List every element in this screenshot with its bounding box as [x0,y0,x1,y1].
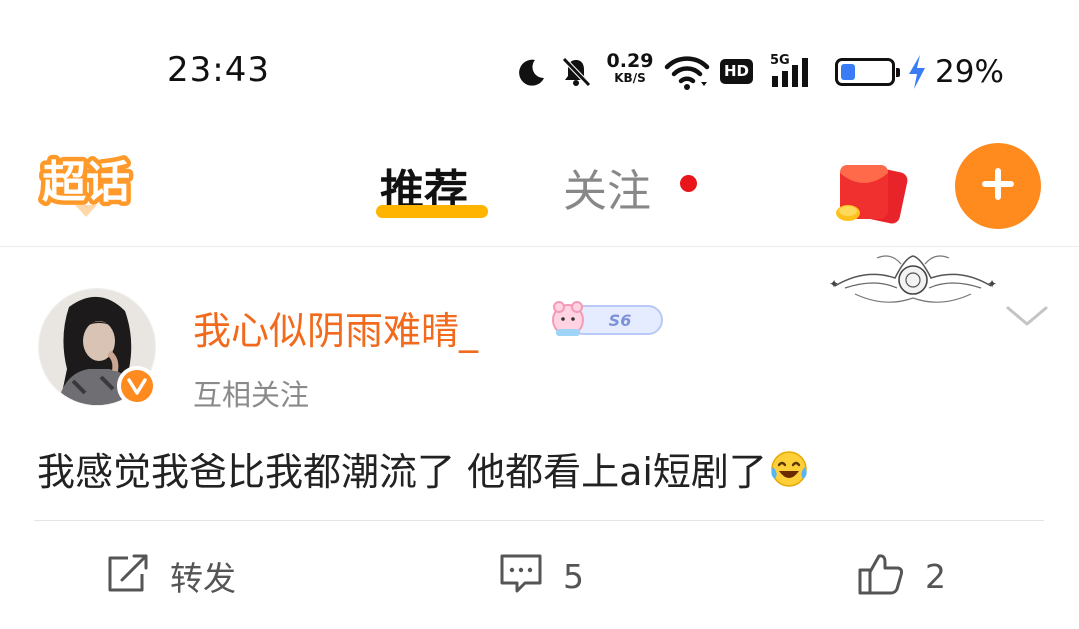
thumbs-up-icon [857,552,905,600]
unread-dot [680,175,697,192]
active-tab-indicator [376,205,488,218]
net-speed-unit: KB/S [614,71,646,85]
net-speed: 0.29 KB/S [604,50,656,85]
chevron-down-icon[interactable] [1004,302,1050,330]
post-text-content: 我感觉我爸比我都潮流了 他都看上ai短剧了 [37,450,767,494]
red-packet-icon[interactable] [834,159,910,229]
repost-icon [106,554,150,598]
like-button[interactable]: 2 [857,548,946,604]
ornament-decoration-icon: ✦ ✦ [825,248,1000,310]
comment-count: 5 [563,556,584,596]
wifi-icon [664,54,710,92]
hd-badge: HD [720,59,753,84]
battery-percent: 29% [935,54,1004,90]
bear-mascot-icon [552,301,584,336]
divider [34,520,1044,521]
signal-icon [772,56,818,88]
battery-fill [841,64,855,80]
relation-label: 互相关注 [193,378,310,412]
status-bar: 23:43 0.29 KB/S HD 5G 29% [0,0,1079,115]
like-count: 2 [925,556,946,596]
super-topic-logo[interactable]: 超话 [33,153,139,219]
username[interactable]: 我心似阴雨难晴_ [193,300,478,355]
bell-muted-icon [558,54,594,90]
svg-text:✦: ✦ [829,277,839,291]
post-text: 我感觉我爸比我都潮流了 他都看上ai短剧了 [37,441,809,498]
status-icons: 0.29 KB/S HD 5G 29% [510,48,1010,98]
verified-badge-icon [117,366,157,406]
repost-button[interactable]: 转发 [106,548,236,604]
charging-icon [906,54,928,90]
post-card[interactable]: ✦ ✦ 我心似阴雨难晴_ S6 互相关注 我感觉我爸比我都潮流了 他都看上ai短… [0,248,1079,629]
moon-icon [514,56,548,90]
svg-text:✦: ✦ [987,277,997,291]
battery-icon [835,58,900,86]
weibo-supertopic-screen: 23:43 0.29 KB/S HD 5G 29% 超话 推荐 关注 ✦ ✦ 我… [0,0,1079,629]
add-button[interactable] [955,143,1041,229]
top-nav: 超话 推荐 关注 [0,115,1079,247]
super-topic-logo-text: 超话 [42,157,130,208]
laughing-tears-emoji-icon [769,449,809,498]
comment-button[interactable]: 5 [499,548,584,604]
repost-label: 转发 [170,559,236,598]
net-speed-value: 0.29 [606,50,654,72]
status-time: 23:43 [167,50,270,90]
level-badge-label: S6 [609,311,632,330]
level-badge: S6 [548,298,666,342]
plus-icon [978,164,1018,208]
comment-icon [499,553,543,599]
tab-follow[interactable]: 关注 [563,155,651,219]
